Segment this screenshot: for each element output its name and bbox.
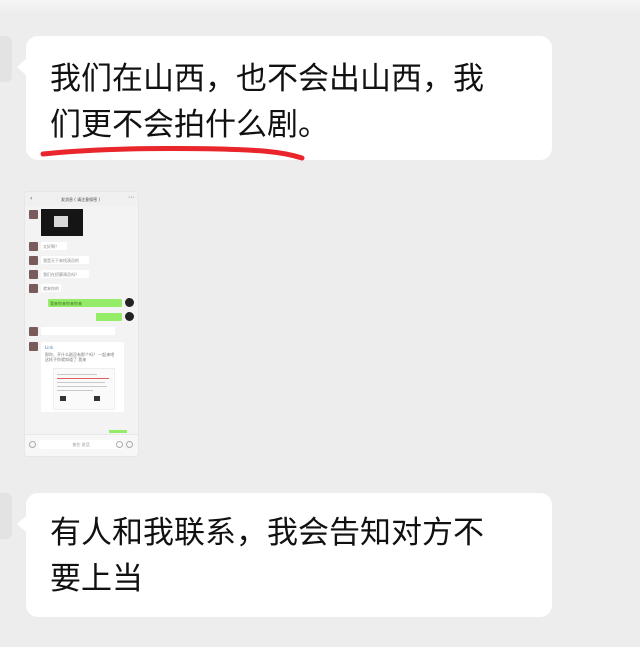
embedded-avatar [29, 270, 38, 279]
embedded-message-sent [96, 313, 122, 321]
embedded-message: 我们在招募演员吗？ [41, 270, 89, 278]
embedded-input-bar: 按住 说话 [25, 434, 138, 456]
more-icon: ⋯ [128, 194, 134, 201]
embedded-avatar-self [125, 298, 134, 307]
chat-bubble-message-2[interactable]: 有人和我联系，我会告知对方不 要上当 [17, 493, 552, 617]
embedded-document-preview [53, 368, 115, 410]
chat-bubble-message-1[interactable]: 我们在山西，也不会出山西，我 们更不会拍什么剧。 [17, 36, 552, 160]
embedded-message: 就来你的 [41, 284, 61, 292]
message-2-line-1: 有人和我联系，我会告知对方不 [50, 515, 484, 551]
embedded-avatar [29, 210, 38, 219]
embedded-avatar [29, 327, 38, 336]
embedded-header: ‹ 发消息 ( 请注意保密 ) ⋯ [25, 192, 138, 206]
embedded-message: 我是天下来找演员的 [41, 256, 89, 264]
red-underline-annotation [40, 146, 305, 161]
voice-icon [29, 441, 36, 448]
sender-avatar[interactable] [0, 36, 12, 82]
embedded-link-card-text: 那你，开什么剧没有那个吗？ 一起来吧 这样子你就知道了 我来 [45, 352, 115, 362]
back-arrow-icon: ‹ [30, 195, 33, 202]
embedded-avatar [29, 342, 38, 351]
embedded-message [41, 327, 115, 335]
plus-icon [126, 441, 133, 448]
embedded-message-sent: 我来你来你来你来 [48, 299, 122, 307]
embedded-sent-indicator [109, 430, 127, 433]
top-strip [0, 0, 640, 14]
message-1-line-2: 们更不会拍什么剧。 [50, 107, 329, 143]
embedded-link-card: Link 那你，开什么剧没有那个吗？ 一起来吧 这样子你就知道了 我来 [41, 342, 124, 412]
embedded-header-title: 发消息 ( 请注意保密 ) [61, 197, 100, 202]
message-1-line-1: 我们在山西，也不会出山西，我 [50, 61, 484, 97]
embedded-avatar [29, 242, 38, 251]
embedded-chat-screenshot[interactable]: ‹ 发消息 ( 请注意保密 ) ⋯ 太好啊？ 我是天下来找演员的 我们在招募演员… [25, 192, 138, 456]
emoji-icon [116, 441, 123, 448]
message-2-line-2: 要上当 [50, 561, 143, 597]
embedded-input: 按住 说话 [39, 440, 123, 449]
embedded-message: 太好啊？ [41, 242, 67, 250]
embedded-avatar [29, 256, 38, 265]
embedded-avatar-self [125, 312, 134, 321]
embedded-link-card-title: Link [45, 345, 54, 350]
embedded-image-message [41, 209, 83, 236]
embedded-avatar [29, 284, 38, 293]
sender-avatar[interactable] [0, 493, 12, 539]
